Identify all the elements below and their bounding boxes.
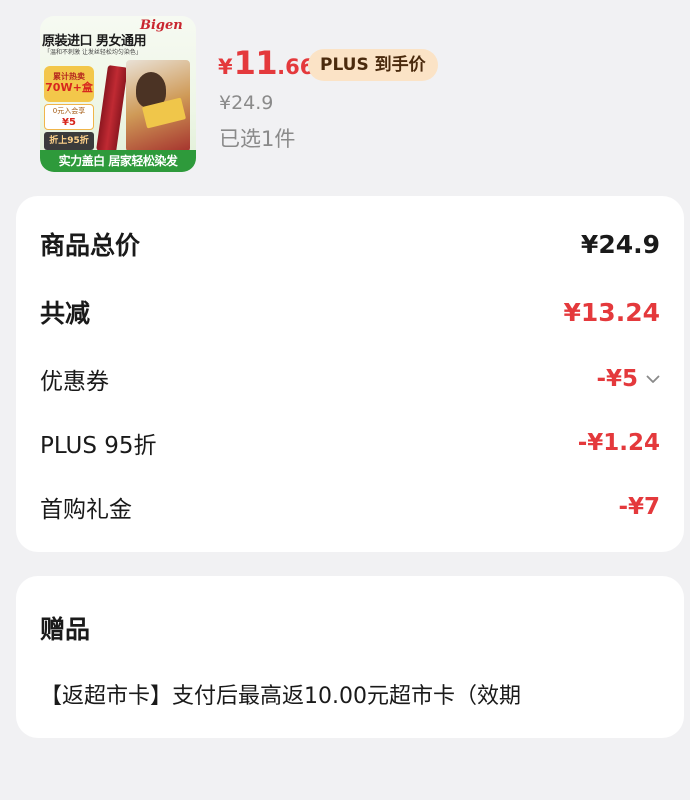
product-image-sold-label: 累计热卖 [53, 72, 85, 81]
gift-card: 赠品 【返超市卡】支付后最高返10.00元超市卡（效期 [16, 576, 684, 738]
product-image-coupon-badge: 0元入会享 ¥5 [44, 104, 94, 130]
total-reduction-label: 共减 [40, 299, 91, 328]
plus-price-badge: PLUS 到手价 [308, 49, 438, 81]
gift-title: 赠品 [40, 615, 91, 644]
product-image-sold-badge: 累计热卖 70W+盒 [44, 66, 94, 102]
product-image-sold-value: 70W+盒 [45, 81, 93, 94]
coupon-selector[interactable]: -¥5 [596, 366, 660, 392]
total-reduction-value: ¥13.24 [563, 297, 660, 327]
coupon-label: 优惠券 [40, 369, 109, 395]
price-integer: 11 [233, 44, 278, 82]
selected-count: 已选1件 [219, 127, 296, 151]
product-image-slogan: 实力盖白 居家轻松染发 [40, 150, 196, 172]
product-image[interactable]: Bigen 原装进口 男女通用 「温和不刺激 让发丝轻松均匀染色」 累计热卖 7… [40, 16, 196, 172]
first-purchase-gift-value: -¥7 [618, 494, 660, 520]
price-currency: ¥ [218, 55, 233, 79]
plus-discount-value: -¥1.24 [577, 430, 660, 456]
product-image-coupon-value: ¥5 [62, 117, 76, 128]
plus-price: ¥ 11 .66 [218, 44, 314, 86]
gift-description[interactable]: 【返超市卡】支付后最高返10.00元超市卡（效期 [40, 678, 672, 710]
plus-discount-row: PLUS 95折 -¥1.24 [40, 426, 660, 460]
first-purchase-gift-row: 首购礼金 -¥7 [40, 490, 660, 524]
product-header: Bigen 原装进口 男女通用 「温和不刺激 让发丝轻松均匀染色」 累计热卖 7… [0, 0, 690, 190]
total-price-value: ¥24.9 [580, 229, 660, 259]
chevron-down-icon[interactable] [644, 370, 662, 388]
first-purchase-gift-label: 首购礼金 [40, 497, 132, 523]
total-price-label: 商品总价 [40, 231, 141, 260]
product-image-tube [96, 65, 128, 153]
product-image-subline: 「温和不刺激 让发丝轻松均匀染色」 [44, 49, 142, 56]
total-price-row: 商品总价 ¥24.9 [40, 226, 660, 262]
plus-discount-label: PLUS 95折 [40, 433, 157, 459]
product-image-discount-badge: 折上95折 [44, 132, 94, 150]
coupon-row[interactable]: 优惠券 -¥5 [40, 362, 660, 396]
product-image-coupon-label: 0元入会享 [52, 107, 86, 115]
price-summary-card: 商品总价 ¥24.9 共减 ¥13.24 优惠券 -¥5 PLUS 95折 -¥… [16, 196, 684, 552]
coupon-value: -¥5 [596, 366, 638, 392]
original-price: ¥24.9 [219, 92, 274, 114]
total-reduction-row: 共减 ¥13.24 [40, 294, 660, 330]
